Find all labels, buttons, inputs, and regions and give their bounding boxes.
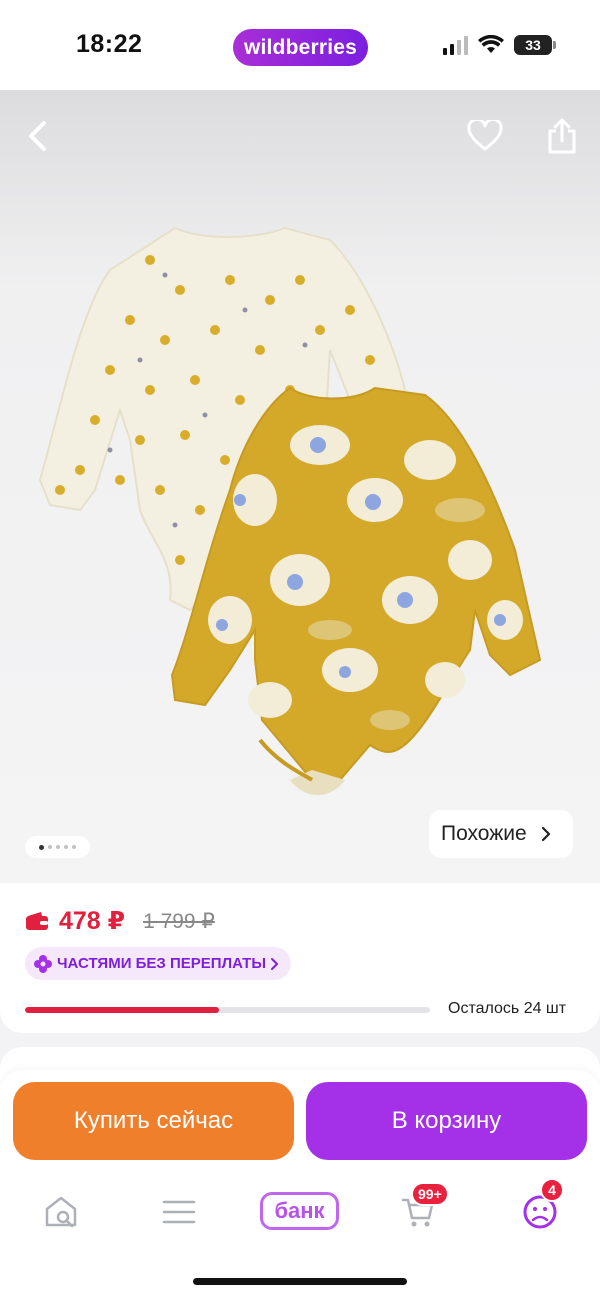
tab-bank[interactable]: банк xyxy=(260,1192,339,1230)
share-button[interactable] xyxy=(540,114,584,158)
chevron-right-icon xyxy=(271,957,279,970)
favorite-button[interactable] xyxy=(463,114,507,158)
product-gallery[interactable]: Похожие xyxy=(0,90,600,883)
tab-profile[interactable]: 4 xyxy=(510,1178,570,1242)
buy-now-button[interactable]: Купить сейчас xyxy=(13,1082,294,1160)
menu-icon xyxy=(162,1200,196,1224)
share-icon xyxy=(548,118,576,154)
similar-products-button[interactable]: Похожие xyxy=(429,810,573,858)
gallery-dot xyxy=(72,845,76,849)
price-row: 478 ₽ 1 799 ₽ xyxy=(25,906,215,936)
status-bar: 18:22 wildberries 33 xyxy=(0,0,600,90)
stock-progress-fill xyxy=(25,1007,220,1013)
old-price: 1 799 ₽ xyxy=(143,909,215,933)
wallet-icon xyxy=(26,912,48,930)
add-to-cart-button[interactable]: В корзину xyxy=(306,1082,587,1160)
wifi-icon xyxy=(478,35,504,53)
profile-notification-badge: 4 xyxy=(540,1178,564,1202)
flower-icon xyxy=(34,954,52,973)
battery-icon: 33 xyxy=(514,35,556,55)
home-search-icon xyxy=(45,1196,77,1228)
heart-icon xyxy=(467,120,503,151)
cellular-signal-icon xyxy=(443,35,468,55)
chevron-left-icon xyxy=(29,121,46,151)
bottom-panel: Купить сейчас В корзину банк 99+ 4 xyxy=(0,1070,600,1300)
gallery-dot xyxy=(48,845,52,849)
price-card: 478 ₽ 1 799 ₽ ЧАСТЯМИ БЕЗ ПЕРЕПЛАТЫ Оста… xyxy=(0,883,600,1033)
tab-bar: банк 99+ 4 xyxy=(0,1178,600,1242)
tab-cart[interactable]: 99+ xyxy=(389,1182,449,1242)
system-icons: 33 xyxy=(443,33,556,57)
product-photo xyxy=(38,226,542,795)
stock-progress-bar xyxy=(25,1007,430,1013)
similar-label: Похожие xyxy=(441,822,527,845)
wildberries-badge[interactable]: wildberries xyxy=(233,29,368,66)
chevron-right-icon xyxy=(541,826,550,842)
gallery-dot xyxy=(39,844,44,850)
status-time: 18:22 xyxy=(76,30,143,58)
current-price: 478 ₽ xyxy=(59,907,126,935)
tab-catalog[interactable] xyxy=(149,1182,209,1242)
tab-home[interactable] xyxy=(31,1182,91,1242)
gallery-dot xyxy=(64,845,68,849)
gallery-page-indicator xyxy=(25,836,90,858)
cart-count-badge: 99+ xyxy=(411,1182,449,1206)
installment-label: ЧАСТЯМИ БЕЗ ПЕРЕПЛАТЫ xyxy=(57,955,267,972)
installment-badge[interactable]: ЧАСТЯМИ БЕЗ ПЕРЕПЛАТЫ xyxy=(25,947,292,980)
back-button[interactable] xyxy=(16,114,60,158)
gallery-dot xyxy=(56,845,60,849)
stock-remaining: Осталось 24 шт xyxy=(448,1000,567,1017)
home-indicator xyxy=(193,1278,407,1285)
